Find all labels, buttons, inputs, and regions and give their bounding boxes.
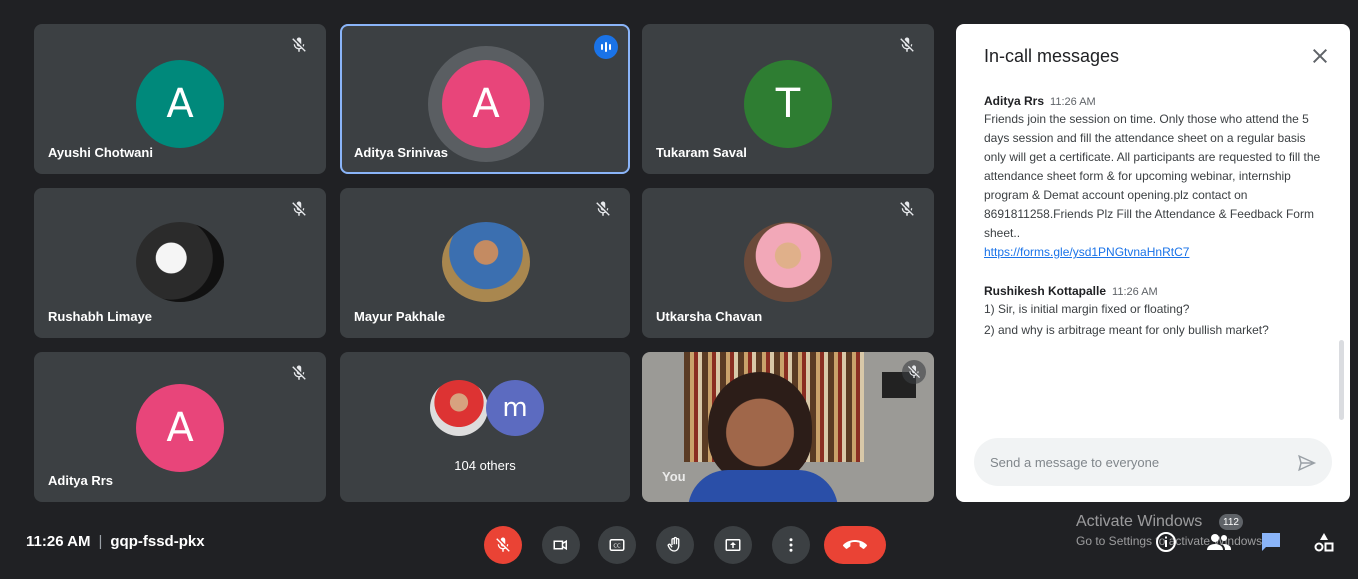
mic-off-icon [596, 201, 610, 216]
present-icon [725, 539, 741, 551]
present-button[interactable] [714, 526, 752, 564]
microphone-button[interactable] [484, 526, 522, 564]
avatar: T [744, 60, 832, 148]
chat-message-input[interactable] [974, 438, 1332, 486]
close-icon[interactable] [1308, 44, 1332, 68]
chat-message: Aditya Rrs 11:26 AM Friends join the sess… [984, 94, 1324, 262]
people-icon[interactable] [1206, 530, 1232, 554]
message-text-line: 1) Sir, is initial margin fixed or float… [984, 302, 1190, 316]
participant-tile[interactable]: T Tukaram Saval [642, 24, 934, 174]
captions-button[interactable]: CC [598, 526, 636, 564]
self-shoulders [688, 470, 838, 502]
avatar: A [136, 384, 224, 472]
chat-scrollbar[interactable] [1339, 340, 1344, 420]
message-link[interactable]: https://forms.gle/ysd1PNGtvnaHnRtC7 [984, 243, 1324, 262]
message-sender: Aditya Rrs [984, 94, 1045, 108]
chat-title: In-call messages [984, 46, 1120, 66]
others-count: 104 others [454, 458, 516, 473]
camera-button[interactable] [542, 526, 580, 564]
avatar-photo [744, 222, 832, 302]
mic-off-icon [496, 537, 510, 552]
participant-name: Utkarsha Chavan [656, 309, 763, 324]
message-header: Aditya Rrs 11:26 AM [984, 94, 1324, 108]
participant-name: Aditya Rrs [48, 473, 114, 488]
avatar-initial: A [166, 81, 194, 127]
mic-off-icon [292, 365, 306, 380]
avatar-initial: A [166, 405, 194, 451]
mute-indicator [902, 360, 926, 384]
video-grid: A Ayushi Chotwani A Aditya Srinivas T Tu… [34, 24, 934, 502]
svg-text:CC: CC [613, 544, 621, 550]
mic-off-icon [900, 37, 914, 52]
self-face [708, 372, 812, 482]
raise-hand-button[interactable] [656, 526, 694, 564]
participant-tile[interactable]: A Aditya Rrs [34, 352, 326, 502]
participant-tile[interactable]: Utkarsha Chavan [642, 188, 934, 338]
message-header: Rushikesh Kottapalle 11:26 AM [984, 284, 1324, 298]
avatar: m [486, 380, 544, 436]
others-tile[interactable]: m 104 others [340, 352, 630, 502]
message-time: 11:26 AM [1112, 286, 1158, 298]
info-icon[interactable] [1154, 530, 1178, 554]
message-time: 11:26 AM [1050, 96, 1096, 108]
audio-level-icon [594, 35, 618, 59]
chat-message: Rushikesh Kottapalle 11:26 AM 1) Sir, is … [984, 284, 1324, 340]
self-video-tile[interactable]: You [642, 352, 934, 502]
chat-icon[interactable] [1258, 530, 1284, 554]
raise-hand-icon [667, 536, 680, 552]
message-sender: Rushikesh Kottapalle [984, 284, 1107, 298]
avatar-initial: m [502, 393, 528, 423]
avatar: A [442, 60, 530, 148]
leave-call-button[interactable] [824, 526, 886, 564]
avatar-initial: A [472, 81, 500, 127]
participants-count-badge: 112 [1219, 514, 1243, 530]
participant-tile-active[interactable]: A Aditya Srinivas [340, 24, 630, 174]
more-vert-icon [789, 538, 793, 552]
participant-name: Tukaram Saval [656, 145, 747, 160]
avatar-photo [136, 222, 224, 302]
avatar-photo [442, 222, 530, 302]
activities-icon[interactable] [1312, 530, 1336, 554]
call-end-icon [843, 540, 867, 549]
separator: | [98, 533, 103, 550]
more-options-button[interactable] [772, 526, 810, 564]
send-icon[interactable] [1296, 452, 1318, 474]
avatar-initial: T [775, 81, 801, 127]
meeting-details: 11:26 AM | gqp-fssd-pkx [26, 533, 205, 550]
mic-off-icon [908, 365, 920, 378]
camera-icon [553, 539, 567, 551]
floor-lamp [882, 372, 916, 502]
message-text-line: 2) and why is arbitrage meant for only b… [984, 323, 1269, 337]
message-text: Friends join the session on time. Only t… [984, 112, 1321, 240]
meeting-code[interactable]: gqp-fssd-pkx [110, 533, 204, 550]
participant-name: Aditya Srinivas [354, 145, 448, 160]
avatar-photo [430, 380, 488, 436]
mic-off-icon [292, 37, 306, 52]
participant-name: Ayushi Chotwani [48, 145, 153, 160]
chat-panel: In-call messages Aditya Rrs 11:26 AM Frie… [956, 24, 1350, 502]
mic-off-icon [292, 201, 306, 216]
participant-tile[interactable]: Rushabh Limaye [34, 188, 326, 338]
participant-tile[interactable]: Mayur Pakhale [340, 188, 630, 338]
participant-name: You [662, 469, 686, 484]
avatar: A [136, 60, 224, 148]
current-time: 11:26 AM [26, 533, 91, 550]
participant-name: Rushabh Limaye [48, 309, 153, 324]
captions-icon: CC [609, 539, 625, 551]
participant-name: Mayur Pakhale [354, 309, 446, 324]
mic-off-icon [900, 201, 914, 216]
participant-tile[interactable]: A Ayushi Chotwani [34, 24, 326, 174]
chat-message-list[interactable]: Aditya Rrs 11:26 AM Friends join the sess… [984, 94, 1324, 424]
